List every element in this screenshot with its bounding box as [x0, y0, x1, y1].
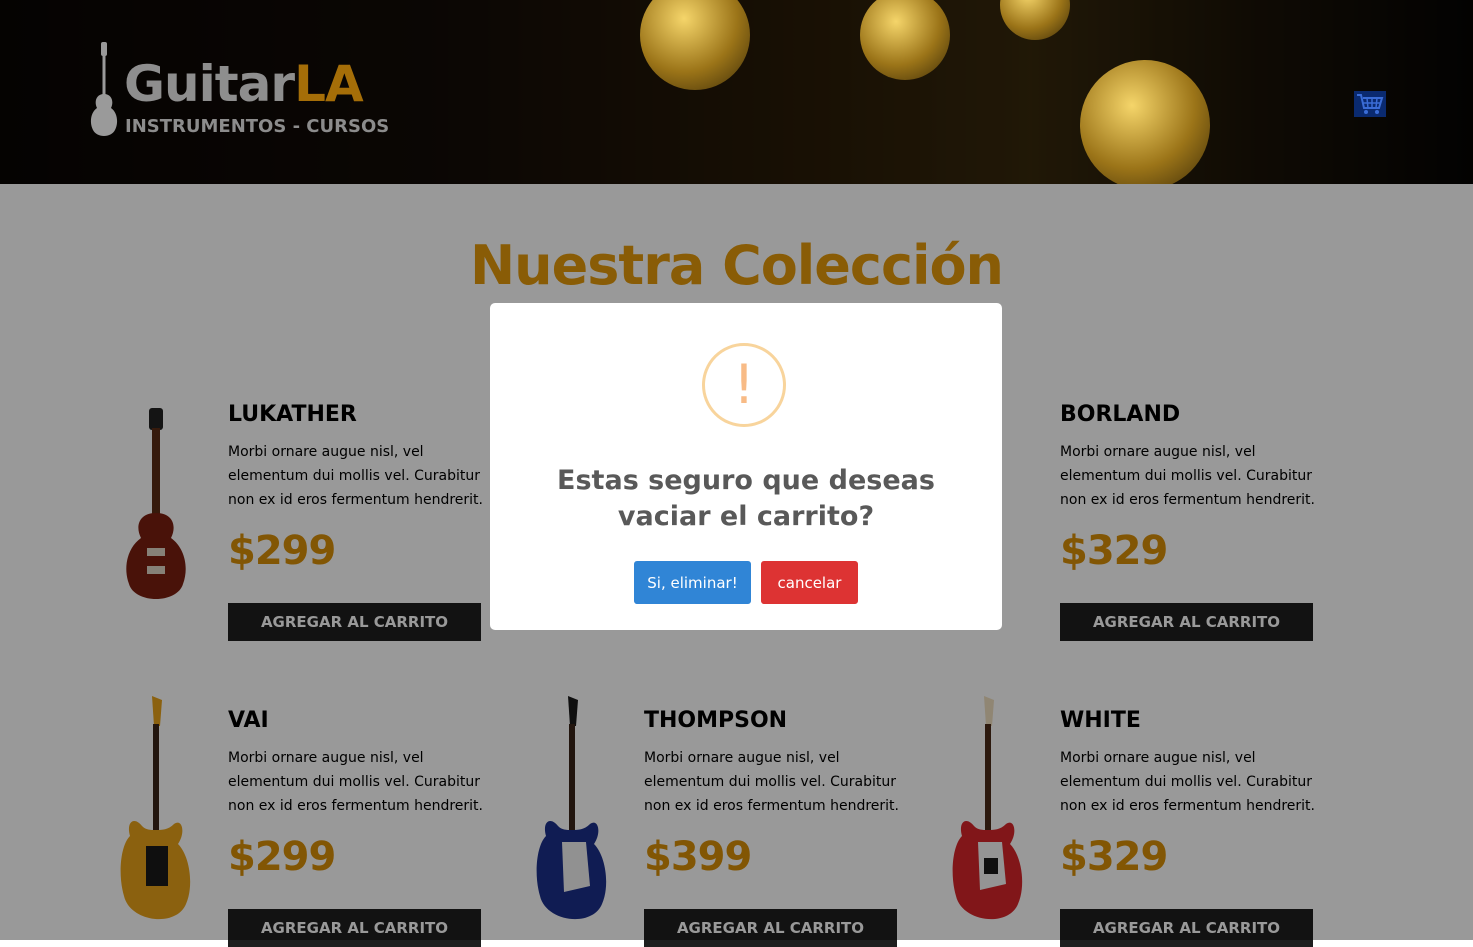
- dialog-message: Estas seguro que deseas vaciar el carrit…: [557, 465, 935, 532]
- cancel-button[interactable]: cancelar: [761, 561, 858, 604]
- cart-icon: [1357, 94, 1384, 114]
- tuning-peg-image: [1080, 60, 1210, 184]
- brand-title: GuitarLA: [124, 55, 364, 113]
- warning-icon: !: [702, 343, 786, 427]
- cart-button[interactable]: [1354, 91, 1386, 117]
- confirm-dialog: ! Estas seguro que deseas vaciar el carr…: [490, 303, 1002, 630]
- brand-tagline: INSTRUMENTOS - CURSOS: [125, 116, 390, 137]
- confirm-delete-button[interactable]: Si, eliminar!: [634, 561, 751, 604]
- guitar-logo-icon: [90, 42, 118, 136]
